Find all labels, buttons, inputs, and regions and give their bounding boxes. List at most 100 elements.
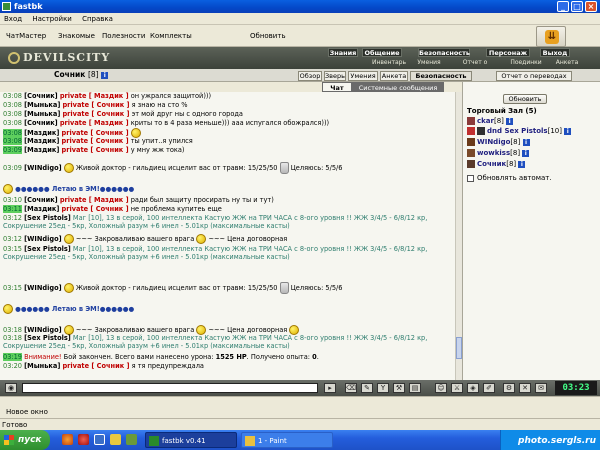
nav-link-skills[interactable]: Умения bbox=[414, 58, 444, 67]
nav-tab-exit[interactable]: Выход bbox=[540, 48, 570, 57]
windows-flag-icon bbox=[4, 435, 14, 445]
eraser-icon[interactable]: ⌫ bbox=[345, 383, 357, 393]
nav-tab-character[interactable]: Персонаж bbox=[486, 48, 530, 57]
game-nav-bar: DEVILSCITY Знания Общение Безопасность П… bbox=[0, 47, 600, 75]
opera-icon[interactable] bbox=[78, 434, 89, 445]
info-icon[interactable]: i bbox=[506, 117, 514, 125]
info-icon[interactable]: i bbox=[564, 127, 572, 135]
tools-icon[interactable]: ⚒ bbox=[393, 383, 405, 393]
folder-icon[interactable] bbox=[110, 434, 121, 445]
chat-message: 03:10 [Сочник] private [ Маздик ] ради б… bbox=[3, 196, 274, 204]
chat-message: 03:08 [Сочник] private [ Маздик ] криты … bbox=[3, 119, 330, 127]
private-link[interactable]: private [ Сочник ] bbox=[62, 101, 129, 109]
user-entry[interactable]: dnd Sex Pistols[10] i bbox=[467, 127, 572, 135]
private-link[interactable]: private [ Сочник ] bbox=[62, 137, 129, 145]
clan-icon bbox=[477, 127, 485, 135]
menu-item-help[interactable]: Справка bbox=[78, 13, 117, 25]
chat-scrollbar[interactable] bbox=[455, 92, 462, 380]
toolbar-useful[interactable]: Полезности bbox=[102, 32, 145, 40]
pencil-icon[interactable]: ✎ bbox=[361, 383, 373, 393]
char-tab-transfers[interactable]: Отчет о переводах bbox=[496, 71, 572, 81]
task-fastbk[interactable]: fastbk v0.41 bbox=[145, 432, 237, 448]
info-icon[interactable]: i bbox=[522, 138, 530, 146]
char-tab-security[interactable]: Безопасность bbox=[410, 71, 472, 81]
info-icon[interactable]: i bbox=[522, 149, 530, 157]
chat-tabs: Чат Системные сообщения bbox=[0, 82, 462, 92]
start-button[interactable]: пуск bbox=[0, 430, 50, 450]
swords-icon[interactable]: ⚔ bbox=[451, 383, 463, 393]
edit-icon[interactable]: ✐ bbox=[483, 383, 495, 393]
user-entry[interactable]: wowkiss[8] i bbox=[467, 149, 530, 157]
auto-update-checkbox[interactable]: Обновлять автомат. bbox=[467, 174, 552, 182]
user-entry[interactable]: ckar[8] i bbox=[467, 117, 514, 125]
chat-settings-icon[interactable]: ⚙ bbox=[503, 383, 515, 393]
status-bar: Готово bbox=[0, 418, 600, 430]
nav-tab-social[interactable]: Общение bbox=[362, 48, 402, 57]
user-entry[interactable]: Сочник[8] i bbox=[467, 160, 526, 168]
private-link[interactable]: private [ Маздик ] bbox=[60, 119, 129, 127]
nav-link-profile[interactable]: Анкета bbox=[552, 58, 582, 67]
toolbar-kits[interactable]: Комплекты bbox=[150, 32, 192, 40]
message-input-bar: ◉ ▸ ⌫ ✎ Y ⚒ ▤ ☺ ⚔ ◈ ✐ ⚙ ✕ ✉ 03:23 bbox=[0, 380, 600, 396]
private-link[interactable]: private [ Сочник ] bbox=[62, 205, 129, 213]
send-icon[interactable]: ▸ bbox=[324, 383, 336, 393]
status-text: Готово bbox=[2, 421, 28, 429]
speaker-icon[interactable]: ◉ bbox=[5, 383, 17, 393]
refresh-users-button[interactable]: Обновить bbox=[503, 94, 547, 104]
message-input[interactable] bbox=[22, 383, 318, 393]
filter-icon[interactable]: Y bbox=[377, 383, 389, 393]
nav-link-inventory[interactable]: Инвентарь bbox=[368, 58, 410, 67]
window-titlebar[interactable]: fastbk _ □ × bbox=[0, 0, 600, 13]
nav-link-battles[interactable]: Поединки bbox=[506, 58, 546, 67]
firefox-icon[interactable] bbox=[62, 434, 73, 445]
chat-message: 03:08 [Мынька] private [ Сочник ] эт мой… bbox=[3, 110, 243, 118]
guild-icon bbox=[467, 149, 475, 157]
ie-icon[interactable] bbox=[94, 434, 105, 445]
media-icon[interactable] bbox=[126, 434, 137, 445]
close-button[interactable]: × bbox=[585, 1, 597, 12]
toolbar-refresh[interactable]: Обновить bbox=[250, 32, 286, 40]
task-paint[interactable]: 1 - Paint bbox=[241, 432, 333, 448]
smiley-menu-icon[interactable]: ☺ bbox=[435, 383, 447, 393]
private-link[interactable]: private [ Сочник ] bbox=[62, 362, 129, 370]
clock: 03:23 bbox=[555, 381, 597, 395]
paint-icon bbox=[245, 436, 255, 446]
clear-chat-icon[interactable]: ✕ bbox=[519, 383, 531, 393]
smiley-icon bbox=[3, 304, 13, 314]
maximize-button[interactable]: □ bbox=[571, 1, 583, 12]
menu-item-settings[interactable]: Настройки bbox=[28, 13, 76, 25]
room-title: Торговый Зал (5) bbox=[467, 107, 537, 115]
letter-icon[interactable]: ✉ bbox=[535, 383, 547, 393]
minimize-button[interactable]: _ bbox=[557, 1, 569, 12]
nav-tab-security[interactable]: Безопасность bbox=[418, 48, 470, 57]
char-tab-beast[interactable]: Зверь bbox=[324, 71, 346, 81]
book-icon[interactable]: ▤ bbox=[409, 383, 421, 393]
toolbar-chatmaster[interactable]: ЧатМастер bbox=[6, 32, 46, 40]
private-link[interactable]: private [ Сочник ] bbox=[62, 146, 129, 154]
char-tab-skills[interactable]: Умения bbox=[348, 71, 378, 81]
chat-message: 03:18 [Sex Pistols] Маг [10], 13 в серой… bbox=[3, 334, 428, 350]
guild-icon bbox=[467, 127, 475, 135]
character-bar: Сочник [8] i Обзор Зверь Умения Анкета Б… bbox=[0, 69, 600, 82]
user-entry[interactable]: WINdigo[8] i bbox=[467, 138, 530, 146]
nav-tab-knowledge[interactable]: Знания bbox=[328, 48, 358, 57]
tab-chat[interactable]: Чат bbox=[322, 82, 352, 92]
char-tab-profile[interactable]: Анкета bbox=[380, 71, 408, 81]
private-link[interactable]: private [ Маздик ] bbox=[60, 92, 129, 100]
new-window-link[interactable]: Новое окно bbox=[6, 408, 48, 416]
private-link[interactable]: private [ Сочник ] bbox=[62, 110, 129, 118]
menu-item-login[interactable]: Вход bbox=[0, 13, 26, 25]
nav-link-transfers[interactable]: Отчет о переводах bbox=[446, 58, 504, 75]
info-icon[interactable]: i bbox=[518, 160, 526, 168]
toolbar-friends[interactable]: Знакомые bbox=[58, 32, 95, 40]
char-tab-overview[interactable]: Обзор bbox=[298, 71, 322, 81]
chat-message: 03:12 [Sex Pistols] Маг [10], 13 в серой… bbox=[3, 214, 428, 230]
shield-icon[interactable]: ◈ bbox=[467, 383, 479, 393]
info-icon[interactable]: i bbox=[101, 71, 109, 79]
private-link[interactable]: private [ Маздик ] bbox=[60, 196, 129, 204]
guild-icon bbox=[467, 138, 475, 146]
download-icon[interactable]: ⇊ bbox=[536, 26, 566, 47]
private-link[interactable]: private [ Сочник ] bbox=[62, 129, 129, 137]
tab-system-messages[interactable]: Системные сообщения bbox=[352, 82, 444, 92]
character-name[interactable]: Сочник [8] i bbox=[54, 70, 109, 79]
